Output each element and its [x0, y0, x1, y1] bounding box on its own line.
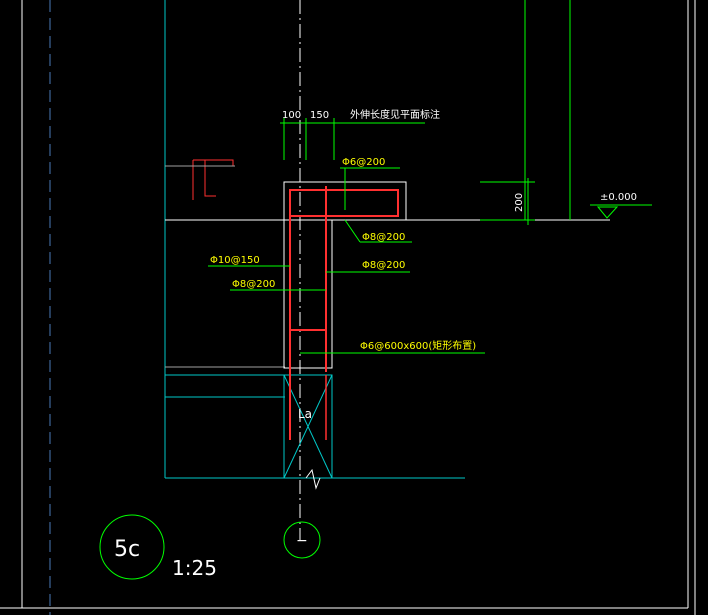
elevation-triangle — [596, 206, 619, 219]
drawing-frame — [0, 0, 696, 615]
elevation-text: ±0.000 — [600, 192, 637, 203]
column-rebar-right — [289, 186, 327, 440]
dim-200-text: 200 — [514, 193, 525, 212]
elevation-mark: ±0.000 — [590, 192, 652, 219]
column-outline — [283, 219, 333, 369]
section-marker-text: − — [296, 533, 308, 549]
dim-150-text: 150 — [310, 110, 329, 121]
la-label: La — [298, 407, 312, 421]
dim-100-text: 100 — [282, 110, 301, 121]
section-marker: − — [283, 521, 321, 559]
detail-marker: 5c 1:25 — [99, 514, 217, 580]
detail-scale: 1:25 — [172, 556, 217, 580]
beam-column-section — [165, 159, 407, 490]
detail-number: 5c — [114, 537, 140, 562]
dimension-group: 100 150 外伸长度见平面标注 200 — [280, 108, 535, 225]
rebar-label-top-slab: Φ6@200 — [342, 157, 385, 168]
slab-rebar-loop — [289, 189, 399, 217]
rebar-label-top-hook: Φ8@200 — [362, 232, 405, 243]
leader-top-hook — [344, 219, 361, 243]
cad-drawing[interactable]: 100 150 外伸长度见平面标注 200 ±0.000 Φ6@200 Φ8@2… — [0, 0, 708, 615]
rebar-label-tie: Φ6@600x600(矩形布置) — [360, 339, 476, 352]
break-symbol — [305, 468, 321, 490]
extension-note: 外伸长度见平面标注 — [350, 108, 440, 121]
rebar-callouts: Φ6@200 Φ8@200 Φ10@150 Φ8@200 Φ8@200 Φ6@6… — [208, 157, 485, 354]
rebar-label-right-1: Φ8@200 — [362, 260, 405, 271]
rebar-label-left-2: Φ8@200 — [232, 279, 275, 290]
rebar-label-left-1: Φ10@150 — [210, 255, 260, 266]
